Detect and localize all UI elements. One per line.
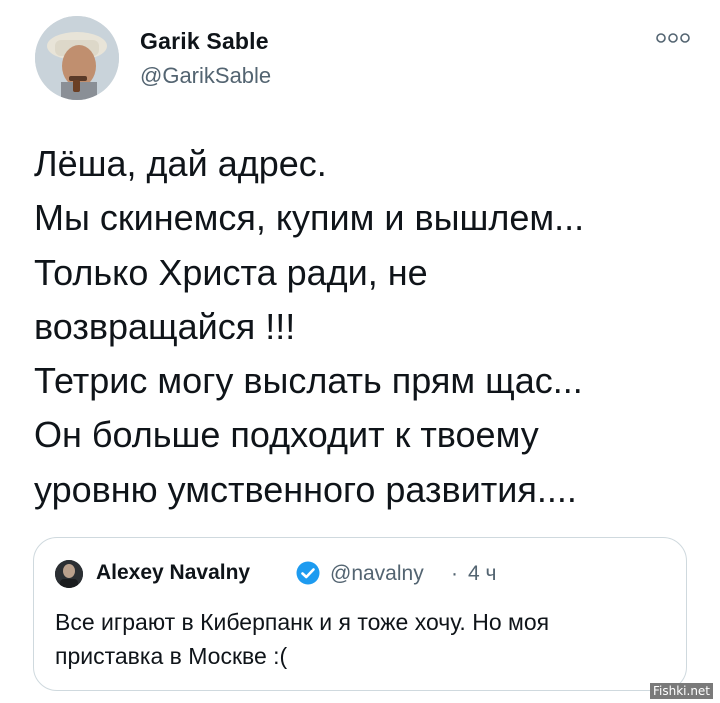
tweet-text-line: Лёша, дай адрес. xyxy=(34,143,327,184)
separator-dot: · xyxy=(451,562,458,585)
quote-text-line: приставка в Москве :( xyxy=(55,643,288,669)
author-handle[interactable]: @GarikSable xyxy=(140,63,271,89)
tweet-text-line: Он больше подходит к твоему xyxy=(34,414,539,456)
tweet-text-line: Мы скинемся, купим и вышлем... xyxy=(34,197,585,239)
quote-timestamp[interactable]: 4 ч xyxy=(468,562,496,586)
author-name[interactable]: Garik Sable xyxy=(140,28,269,55)
watermark: Fishki.net xyxy=(650,683,714,699)
verified-badge-icon xyxy=(295,560,321,586)
tweet-text-line: Тетрис могу выслать прям щас... xyxy=(34,360,583,402)
quote-author-name[interactable]: Alexey Navalny xyxy=(96,561,250,585)
tweet-text-line: Только Христа ради, не xyxy=(34,251,428,293)
tweet-text-line: возвращайся !!! xyxy=(34,305,296,347)
quote-text: Все играют в Киберпанк и я тоже хочу. Но… xyxy=(55,605,675,673)
tweet-text-line: уровню умственного развития.... xyxy=(34,468,577,510)
quote-author-handle[interactable]: @navalny xyxy=(330,562,424,586)
quote-author-avatar[interactable] xyxy=(55,560,83,588)
quote-text-line: Все играют в Киберпанк и я тоже хочу. Но… xyxy=(55,609,550,635)
author-avatar[interactable] xyxy=(35,16,119,100)
tweet-text: Лёша, дай адрес. Мы скинемся, купим и вы… xyxy=(34,137,704,517)
more-dots-icon[interactable] xyxy=(656,31,690,45)
quoted-tweet[interactable]: Alexey Navalny @navalny · 4 ч Все играют… xyxy=(33,537,687,691)
